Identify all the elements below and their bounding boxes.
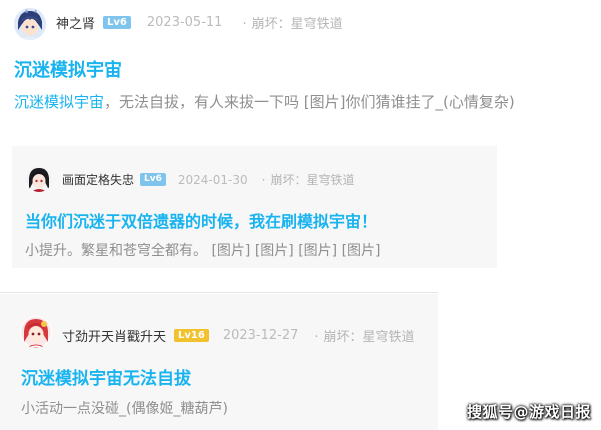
post-meta: 画面定格失忠 Lv6 2024-01-30 · 崩坏：星穹铁道 bbox=[62, 171, 354, 188]
content-highlight: 沉迷模拟宇宙 bbox=[14, 93, 105, 111]
forum-label: 崩坏：星穹铁道 bbox=[251, 17, 343, 32]
username[interactable]: 神之肾 bbox=[56, 13, 95, 32]
post-content[interactable]: 小提升。繁星和苍穹全都有。 [图片] [图片] [图片] [图片] bbox=[25, 240, 381, 260]
forum-name[interactable]: · 崩坏：星穹铁道 bbox=[262, 171, 355, 188]
avatar[interactable] bbox=[14, 8, 46, 40]
post-date: 2024-01-30 bbox=[177, 172, 248, 187]
username[interactable]: 寸劲开天肖戳升天 bbox=[62, 326, 166, 345]
forum-name[interactable]: · 崩坏：星穹铁道 bbox=[242, 13, 342, 32]
post-title[interactable]: 沉迷模拟宇宙无法自拔 bbox=[21, 364, 191, 389]
post-card-1[interactable]: 神之肾 Lv6 2023-05-11 · 崩坏：星穹铁道 沉迷模拟宇宙 沉迷模拟宇… bbox=[0, 0, 601, 134]
avatar[interactable] bbox=[20, 316, 52, 348]
watermark: 搜狐号@游戏日报 bbox=[466, 403, 591, 421]
forum-dot: · bbox=[261, 173, 266, 187]
post-card-3[interactable]: 寸劲开天肖戳升天 Lv16 2023-12-27 · 崩坏：星穹铁道 沉迷模拟宇宙… bbox=[0, 294, 438, 430]
anime-avatar-icon bbox=[26, 166, 52, 192]
avatar[interactable] bbox=[26, 166, 52, 192]
post-date: 2023-05-11 bbox=[146, 15, 223, 30]
post-date: 2023-12-27 bbox=[222, 328, 299, 343]
anime-avatar-icon bbox=[14, 8, 46, 40]
anime-avatar-icon bbox=[20, 316, 52, 348]
username[interactable]: 画面定格失忠 bbox=[62, 171, 134, 188]
post-card-2[interactable]: 画面定格失忠 Lv6 2024-01-30 · 崩坏：星穹铁道 当你们沉迷于双倍遗… bbox=[12, 146, 497, 268]
post-title[interactable]: 当你们沉迷于双倍遗器的时候，我在刷模拟宇宙！ bbox=[25, 208, 377, 232]
level-badge: Lv16 bbox=[174, 329, 209, 342]
forum-label: 崩坏：星穹铁道 bbox=[270, 173, 355, 187]
post-content[interactable]: 小活动一点没碰_(偶像姬_糖葫芦) bbox=[21, 398, 228, 418]
content-text: ，无法自拔，有人来拔一下吗 [图片]你们猜谁挂了_(心情复杂) bbox=[104, 93, 515, 111]
post-title[interactable]: 沉迷模拟宇宙 bbox=[14, 56, 122, 82]
post-content[interactable]: 沉迷模拟宇宙，无法自拔，有人来拔一下吗 [图片]你们猜谁挂了_(心情复杂) bbox=[14, 91, 515, 112]
forum-name[interactable]: · 崩坏：星穹铁道 bbox=[314, 326, 414, 345]
forum-dot: · bbox=[242, 17, 247, 32]
post-meta: 神之肾 Lv6 2023-05-11 · 崩坏：星穹铁道 bbox=[56, 13, 343, 32]
divider bbox=[0, 292, 438, 293]
forum-dot: · bbox=[314, 330, 319, 345]
post-meta: 寸劲开天肖戳升天 Lv16 2023-12-27 · 崩坏：星穹铁道 bbox=[62, 326, 415, 345]
level-badge: Lv6 bbox=[103, 16, 131, 29]
level-badge: Lv6 bbox=[140, 173, 166, 186]
forum-label: 崩坏：星穹铁道 bbox=[323, 330, 415, 345]
